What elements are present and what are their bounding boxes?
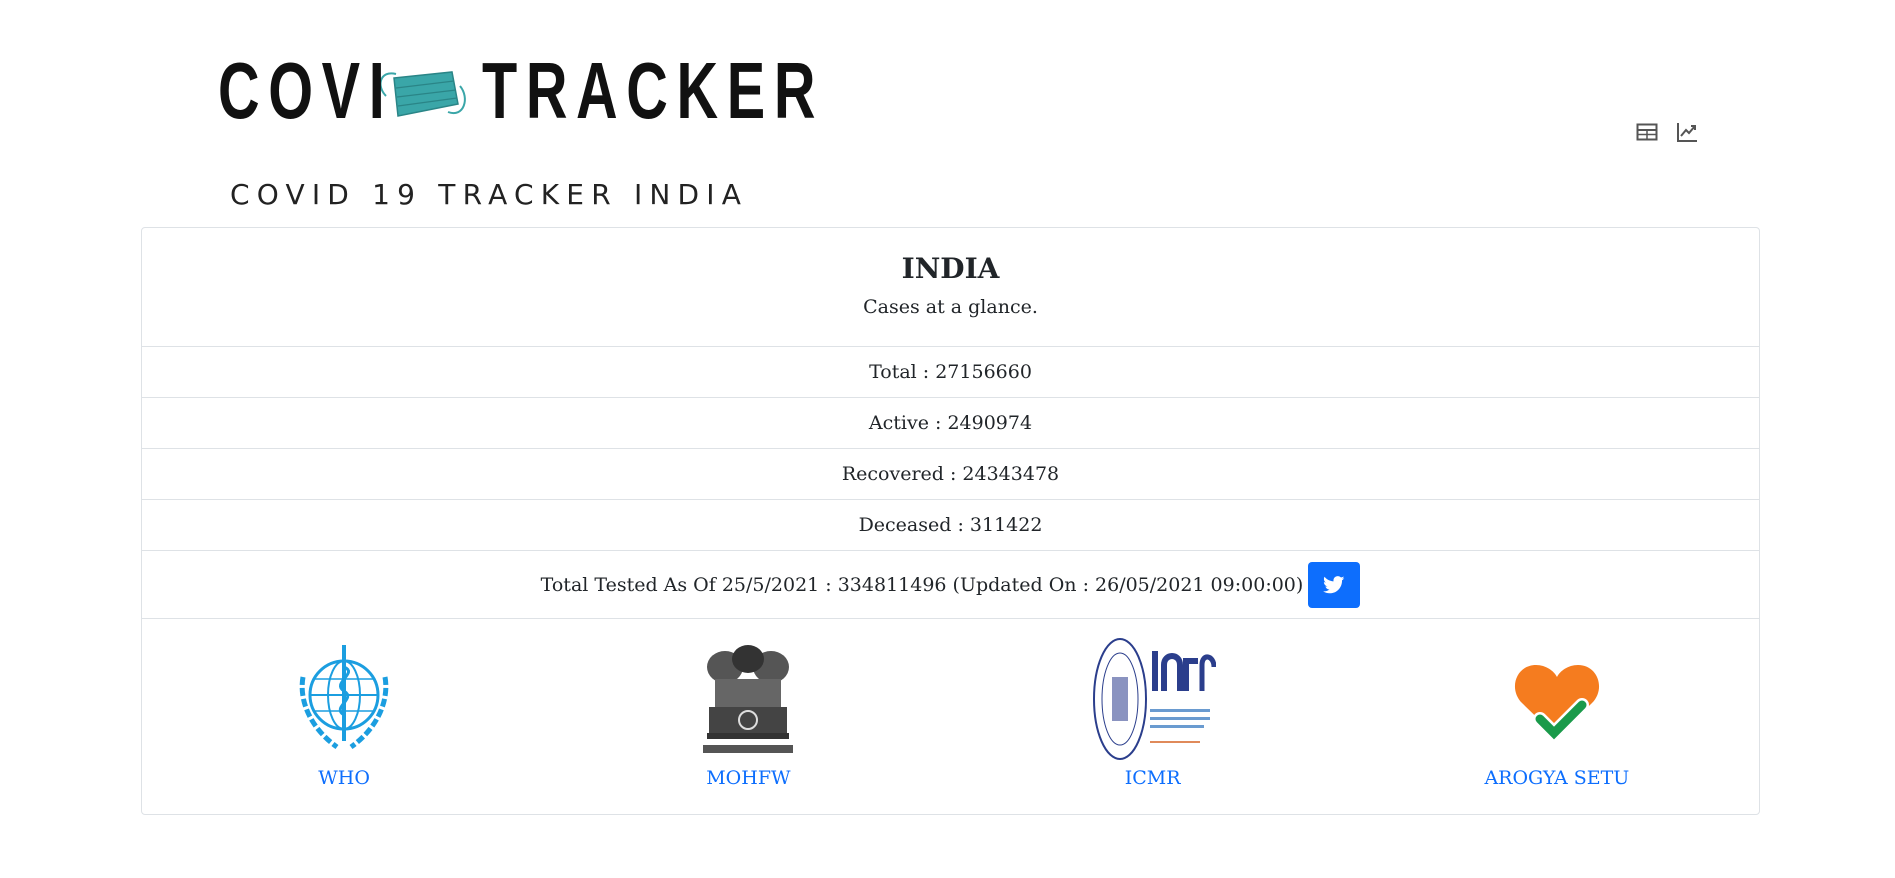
link-mohfw: MOHFW <box>546 619 950 817</box>
twitter-icon <box>1323 575 1345 593</box>
page: COVI TRACKER COVID 19 TRACKER INDIA INDI… <box>0 0 1895 878</box>
link-who: WHO <box>142 619 546 817</box>
site-logo[interactable]: COVI TRACKER <box>218 48 842 133</box>
chart-view-icon[interactable] <box>1676 121 1698 143</box>
link-icmr: ICMR <box>951 619 1355 817</box>
arogya-setu-icon <box>1514 665 1599 743</box>
who-emblem-icon <box>299 645 389 750</box>
icmr-logo[interactable] <box>1090 637 1216 763</box>
arogya-setu-link[interactable]: AROGYA SETU <box>1484 767 1629 789</box>
stat-recovered-text: Recovered : 24343478 <box>841 463 1060 485</box>
stat-total: Total : 27156660 <box>142 347 1759 398</box>
who-link[interactable]: WHO <box>318 767 370 789</box>
link-arogya-setu: AROGYA SETU <box>1355 619 1759 817</box>
icmr-link[interactable]: ICMR <box>1125 767 1181 789</box>
summary-subtitle: Cases at a glance. <box>863 296 1038 318</box>
stat-recovered: Recovered : 24343478 <box>142 449 1759 500</box>
total-tested-text: Total Tested As Of 25/5/2021 : 334811496… <box>540 573 1304 596</box>
total-tested-row: Total Tested As Of 25/5/2021 : 334811496… <box>142 551 1759 619</box>
stat-deceased: Deceased : 311422 <box>142 500 1759 551</box>
summary-card: INDIA Cases at a glance. Total : 2715666… <box>141 227 1760 815</box>
national-emblem-icon <box>703 645 794 753</box>
icmr-emblem-icon <box>1092 638 1216 760</box>
stat-deceased-text: Deceased : 311422 <box>858 514 1043 536</box>
summary-card-header: INDIA Cases at a glance. <box>142 228 1759 347</box>
who-logo[interactable] <box>281 637 407 763</box>
arogya-setu-logo[interactable] <box>1494 637 1620 763</box>
view-switcher <box>1636 121 1698 143</box>
national-emblem-logo[interactable] <box>685 637 811 763</box>
resource-links: WHO MOHFW ICMR AROGYA SETU <box>142 619 1759 817</box>
stat-total-text: Total : 27156660 <box>869 361 1032 383</box>
twitter-share-button[interactable] <box>1308 561 1361 608</box>
stat-active-text: Active : 2490974 <box>868 412 1033 434</box>
logo-word-covi: COVI <box>218 45 394 135</box>
site-subtitle: COVID 19 TRACKER INDIA <box>230 178 749 211</box>
stat-active: Active : 2490974 <box>142 398 1759 449</box>
logo-word-tracker: TRACKER <box>482 45 825 135</box>
table-view-icon[interactable] <box>1636 121 1658 143</box>
mohfw-link[interactable]: MOHFW <box>706 767 790 789</box>
country-title: INDIA <box>901 252 1000 285</box>
